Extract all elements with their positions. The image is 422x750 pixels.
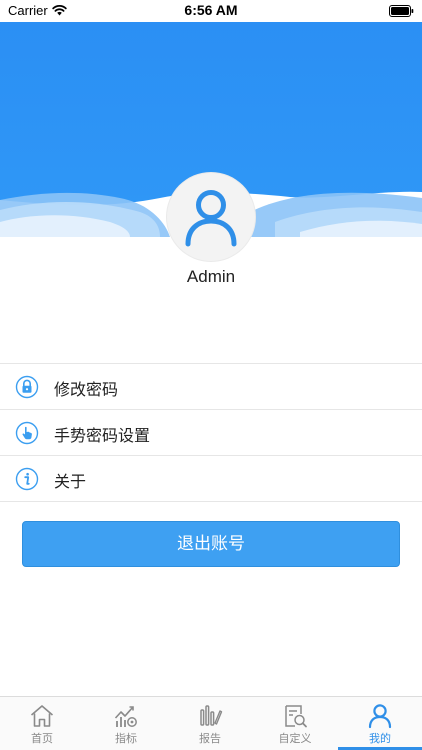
tab-bar: 首页 指标 报告 自定义 我的 (0, 696, 422, 750)
tab-label: 报告 (199, 732, 221, 745)
indicator-chart-icon (114, 706, 137, 727)
status-time: 6:56 AM (184, 2, 238, 18)
tab-mine[interactable]: 我的 (338, 697, 422, 750)
menu-item-about[interactable]: 关于 (0, 456, 422, 502)
menu-item-label: 关于 (54, 472, 87, 491)
status-bar: Carrier 6:56 AM (0, 0, 422, 22)
username: Admin (186, 267, 236, 286)
home-icon (30, 705, 54, 727)
tab-indicators[interactable]: 指标 (84, 697, 168, 750)
menu-item-change-password[interactable]: 修改密码 (0, 364, 422, 410)
tab-label: 首页 (31, 732, 53, 745)
battery-full-icon (389, 5, 414, 17)
lock-icon (15, 375, 39, 399)
tab-home[interactable]: 首页 (0, 697, 84, 750)
user-icon (185, 190, 237, 247)
tab-reports[interactable]: 报告 (168, 697, 252, 750)
custom-search-icon (285, 705, 307, 728)
user-icon (368, 704, 392, 729)
report-icon (200, 705, 223, 726)
gesture-hand-icon (15, 421, 39, 445)
menu-item-gesture-password[interactable]: 手势密码设置 (0, 410, 422, 456)
menu-item-label: 修改密码 (54, 380, 119, 399)
tab-label: 自定义 (278, 732, 312, 745)
logout-button[interactable]: 退出账号 (22, 521, 400, 567)
settings-menu: 修改密码 手势密码设置 关于 (0, 363, 422, 502)
tab-label: 我的 (369, 732, 391, 745)
tab-label: 指标 (115, 732, 137, 745)
menu-item-label: 手势密码设置 (54, 426, 151, 445)
info-icon (15, 467, 39, 491)
avatar[interactable] (167, 173, 255, 261)
tab-custom[interactable]: 自定义 (253, 697, 337, 750)
